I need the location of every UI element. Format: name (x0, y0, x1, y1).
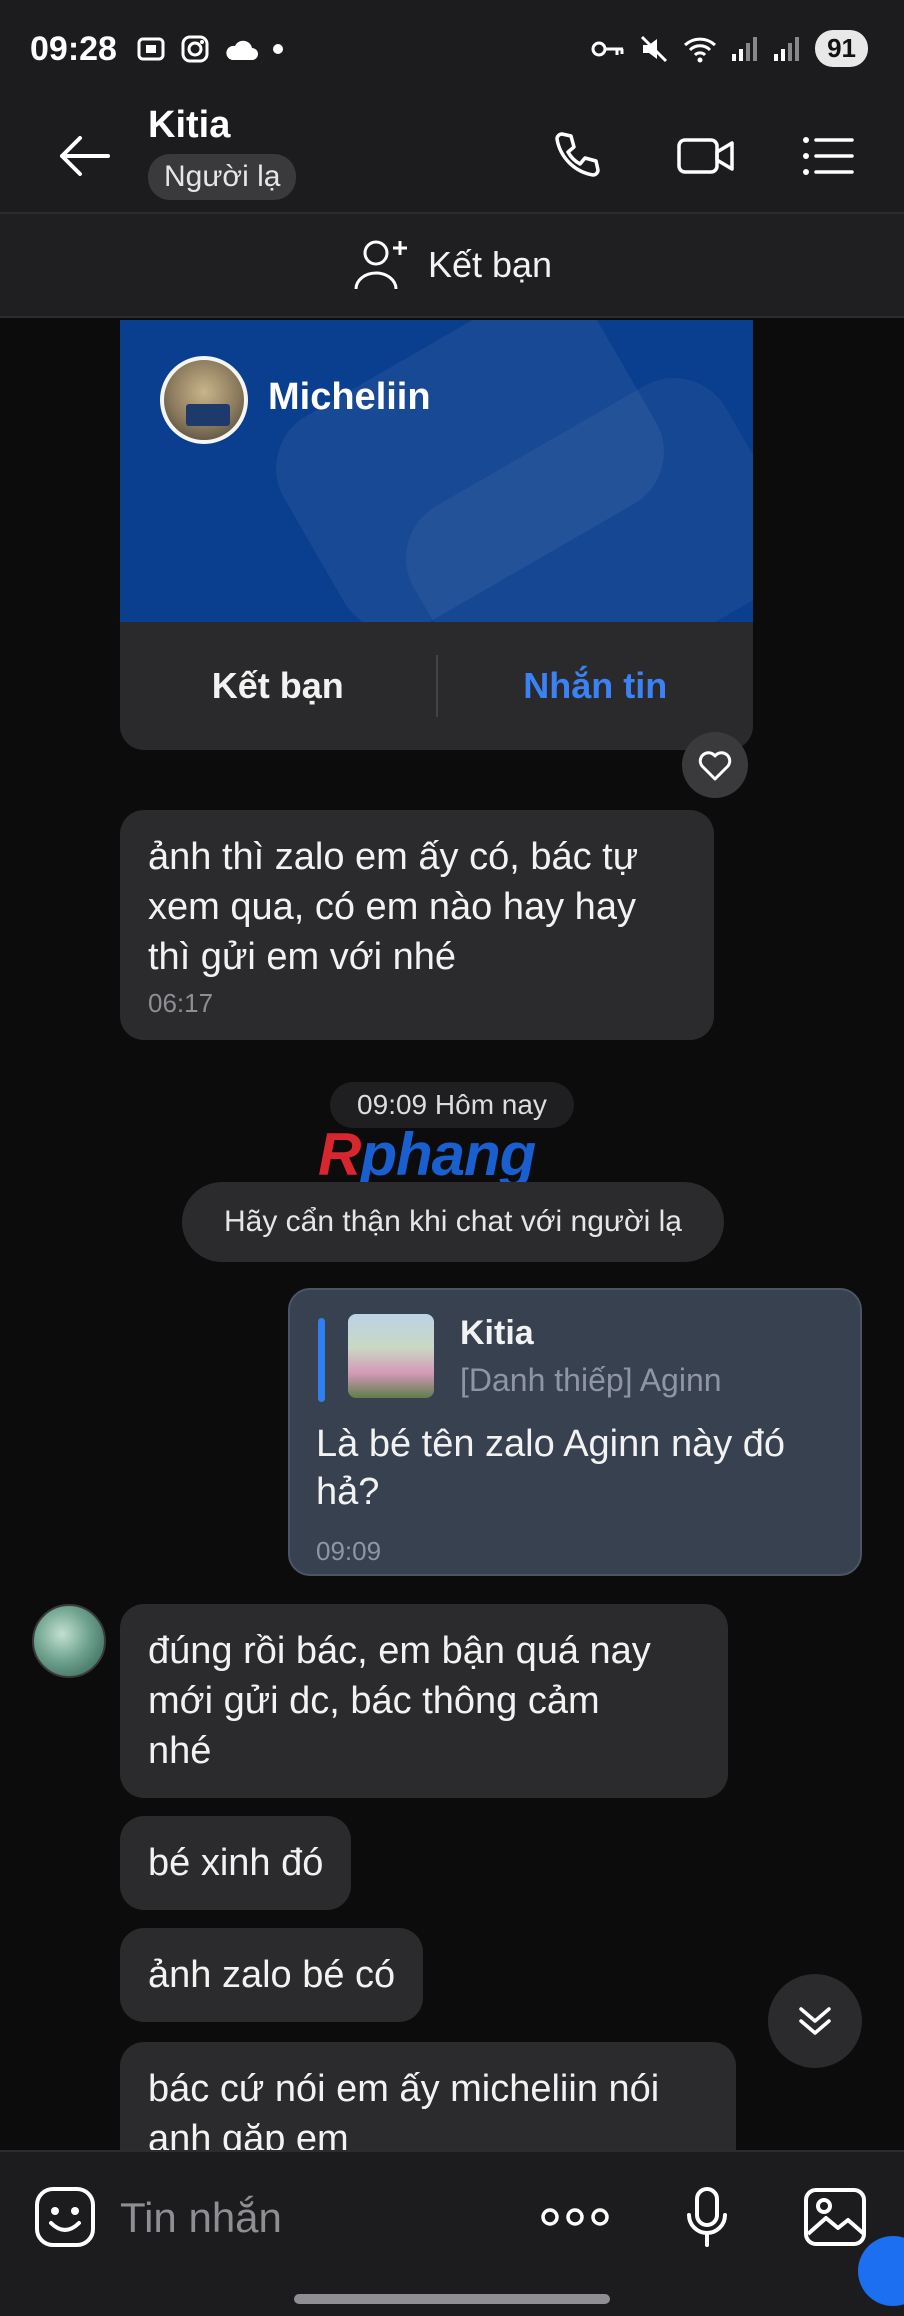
watermark-logo: Rphang (318, 1121, 536, 1188)
message-input-bar: Tin nhắn (0, 2150, 904, 2316)
message-text-line: đúng rồi bác, em bận quá nay (148, 1630, 651, 1672)
signal-icon (732, 36, 758, 61)
dot-icon (273, 44, 283, 54)
received-message[interactable]: bé xinh đó (120, 1816, 352, 1910)
received-message[interactable]: bác cứ nói em ấy micheliin nói anh gặp e… (120, 2042, 736, 2150)
received-message[interactable]: ảnh thì zalo em ấy có, bác tự xem qua, c… (120, 810, 714, 1040)
screenshot-icon (137, 37, 165, 61)
microphone-icon (687, 2187, 727, 2247)
sent-message[interactable]: Kitia [Danh thiếp] Aginn Là bé tên zalo … (288, 1288, 862, 1576)
received-message[interactable]: ảnh zalo bé có (120, 1928, 424, 2022)
message-text-line: ảnh thì zalo em ấy có, bác tự (148, 836, 639, 878)
double-chevron-down-icon (799, 2007, 831, 2035)
status-notification-icons (136, 34, 284, 64)
profile-card-avatar[interactable] (160, 356, 248, 444)
message-text-line: bác cứ nói em ấy micheliin nói (148, 2068, 660, 2110)
user-plus-icon (354, 240, 407, 290)
quote-bar (318, 1318, 325, 1402)
stranger-badge: Người lạ (148, 154, 297, 200)
video-call-button[interactable] (676, 128, 736, 184)
message-text-line: anh gặp em (148, 2118, 349, 2150)
message-text-line: thì gửi em với nhé (148, 936, 457, 978)
status-bar: 09:28 91 (0, 0, 904, 96)
message-text-line: bé xinh đó (148, 1842, 324, 1884)
wifi-icon (684, 37, 717, 62)
home-indicator[interactable] (294, 2294, 610, 2304)
video-camera-icon (677, 138, 734, 174)
call-button[interactable] (548, 128, 604, 184)
chat-messages[interactable]: Micheliin Kết bạn Nhắn tin ảnh thì zalo … (0, 320, 904, 2150)
sent-message-text: Là bé tên zalo Aginn này đó hả? (316, 1420, 836, 1516)
message-time: 06:17 (148, 988, 214, 1018)
voice-button[interactable] (672, 2182, 742, 2252)
avatar[interactable] (32, 1604, 106, 1678)
menu-button[interactable] (800, 128, 856, 184)
profile-card-actions: Kết bạn Nhắn tin (120, 622, 753, 750)
react-button[interactable] (682, 732, 748, 798)
image-button[interactable] (800, 2182, 870, 2252)
message-text-line: ảnh zalo bé có (148, 1954, 396, 1996)
message-text-line: nhé (148, 1730, 212, 1772)
cloud-icon (226, 40, 258, 60)
message-text-line: xem qua, có em nào hay hay (148, 886, 636, 928)
message-text-line: Là bé tên zalo Aginn này đó (316, 1423, 786, 1465)
arrow-left-icon (60, 136, 110, 176)
list-menu-icon (803, 137, 854, 175)
signal-icon-2 (774, 36, 800, 61)
message-text-line: hả? (316, 1471, 380, 1513)
card-add-friend-button[interactable]: Kết bạn (120, 665, 436, 707)
battery-indicator: 91 (815, 30, 868, 67)
profile-card-name[interactable]: Micheliin (268, 376, 431, 419)
quote-thumbnail[interactable] (348, 1314, 434, 1398)
stranger-warning: Hãy cẩn thận khi chat với người lạ (182, 1182, 724, 1262)
message-time: 09:09 (316, 1536, 382, 1566)
profile-card-banner: Micheliin (120, 320, 753, 622)
quote-text: [Danh thiếp] Aginn (460, 1362, 722, 1398)
status-system-icons: 91 (591, 30, 868, 67)
add-friend-bar[interactable]: Kết bạn (0, 212, 904, 318)
message-input[interactable]: Tin nhắn (120, 2194, 282, 2242)
received-message[interactable]: đúng rồi bác, em bận quá nay mới gửi dc,… (120, 1604, 728, 1798)
heart-icon (698, 751, 732, 781)
more-dots-icon (541, 2208, 609, 2226)
chat-header: Kitia Người lạ (0, 96, 904, 212)
scroll-down-button[interactable] (768, 1974, 862, 2068)
image-icon (804, 2188, 866, 2246)
profile-card[interactable]: Micheliin Kết bạn Nhắn tin (120, 320, 753, 750)
phone-icon (555, 132, 600, 177)
instagram-icon (181, 35, 209, 63)
add-friend-label: Kết bạn (427, 244, 553, 285)
status-time: 09:28 (30, 30, 117, 68)
mute-icon (641, 35, 668, 62)
sticker-button[interactable] (30, 2182, 100, 2252)
quote-sender: Kitia (460, 1314, 534, 1352)
key-icon (591, 41, 624, 56)
sticker-face-icon (35, 2187, 95, 2247)
contact-name[interactable]: Kitia (148, 104, 230, 147)
back-button[interactable] (54, 126, 114, 186)
card-message-button[interactable]: Nhắn tin (438, 665, 754, 707)
more-button[interactable] (540, 2182, 610, 2252)
message-text-line: mới gửi dc, bác thông cảm (148, 1680, 600, 1722)
